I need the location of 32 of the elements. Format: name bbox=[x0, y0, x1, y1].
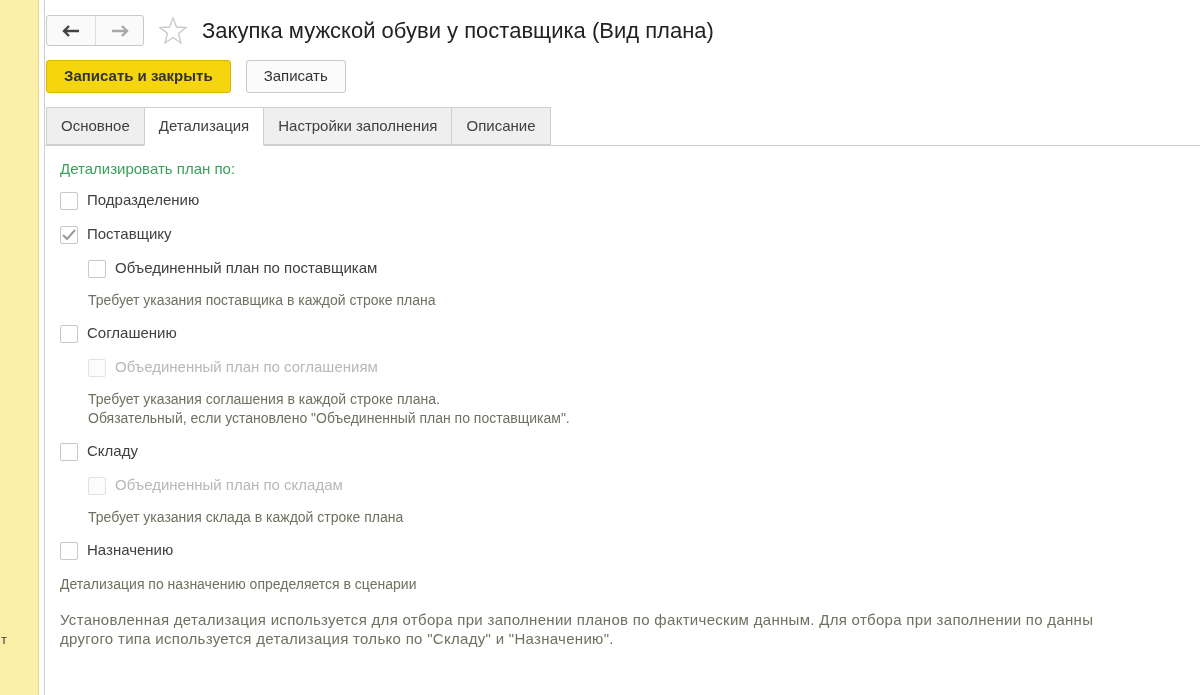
section-heading: Детализировать план по: bbox=[60, 159, 237, 179]
checkbox[interactable] bbox=[60, 541, 78, 560]
checkbox-label: Объединенный план по складам bbox=[115, 475, 343, 496]
hint-text: Требует указания соглашения в каждой строке плана. Обязательный, если установлено "Объединенный план по поставщикам". bbox=[88, 389, 571, 428]
checkmark-icon bbox=[62, 228, 76, 241]
toolbar-button[interactable]: Записать bbox=[245, 60, 346, 93]
checkbox-label: Назначению bbox=[87, 540, 174, 561]
checkbox-label: Подразделению bbox=[87, 190, 200, 211]
tab[interactable]: Описание bbox=[451, 107, 551, 145]
checkbox-label: Объединенный план по соглашениям bbox=[115, 357, 378, 378]
hint-text: Детализация по назначению определяется в сценарии bbox=[60, 574, 418, 594]
checkbox[interactable] bbox=[60, 225, 78, 244]
hint-text: Требует указания поставщика в каждой строке плана bbox=[88, 290, 437, 310]
info-text: Установленная детализация используется для отбора при заполнении планов по фактическим данным. Для отбора при заполнении по данны другого типа используется детализация только по "Складу" и "Назначению". bbox=[60, 609, 1095, 648]
checkbox-label: Соглашению bbox=[87, 323, 177, 344]
checkbox[interactable] bbox=[88, 259, 106, 278]
tab[interactable]: Основное bbox=[46, 107, 145, 145]
toolbar-button[interactable]: Записать и закрыть bbox=[46, 60, 231, 93]
tab[interactable]: Настройки заполнения bbox=[263, 107, 453, 145]
checkbox[interactable] bbox=[60, 442, 78, 461]
checkbox-label: Складу bbox=[87, 441, 138, 462]
window-title: Закупка мужской обуви у поставщика (Вид плана) bbox=[202, 17, 714, 45]
checkbox[interactable] bbox=[60, 191, 78, 210]
tab[interactable]: Детализация bbox=[143, 107, 265, 146]
checkbox-label: Объединенный план по поставщикам bbox=[115, 258, 378, 279]
right-arrow-icon bbox=[110, 24, 129, 37]
left-arrow-icon bbox=[62, 24, 80, 37]
checkbox[interactable] bbox=[60, 324, 78, 343]
sidebar-text: т bbox=[0, 630, 8, 649]
star-icon[interactable] bbox=[158, 15, 188, 46]
checkbox-label: Поставщику bbox=[87, 224, 172, 245]
hint-text: Требует указания склада в каждой строке плана bbox=[88, 507, 405, 527]
